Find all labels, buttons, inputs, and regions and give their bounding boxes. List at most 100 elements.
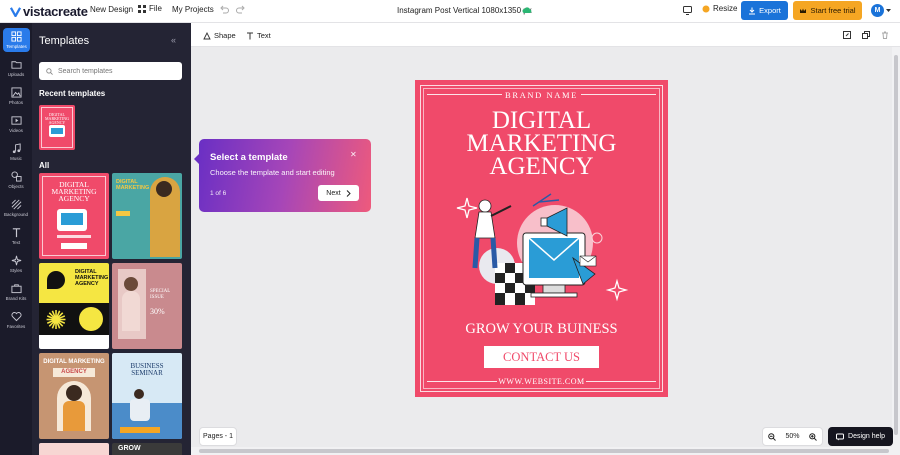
- tooltip-step: 1 of 6: [210, 190, 227, 197]
- rail-item-photos[interactable]: Photos: [0, 87, 32, 113]
- rail-item-videos[interactable]: Videos: [0, 115, 32, 141]
- poster-title-line-2[interactable]: MARKETING: [415, 131, 668, 156]
- thumb-offer: 30%: [150, 307, 165, 316]
- shape-tool[interactable]: Shape: [203, 31, 236, 40]
- rail-item-brand-kits[interactable]: Brand Kits: [0, 283, 32, 309]
- help-icon: [836, 433, 845, 440]
- zoom-level[interactable]: 50%: [785, 433, 799, 440]
- recent-template-thumb[interactable]: DIGITAL MARKETING AGENCY: [39, 105, 75, 150]
- briefcase-icon: [10, 284, 22, 294]
- poster-title-line-1[interactable]: DIGITAL: [415, 108, 668, 133]
- template-thumb[interactable]: DIGITAL MARKETING: [112, 173, 182, 259]
- grid-menu-icon: [138, 4, 146, 13]
- text-tool[interactable]: Text: [246, 31, 271, 40]
- thumb-title: DIGITAL MARKETING AGENCY: [45, 112, 69, 125]
- next-button-label: Next: [326, 189, 341, 197]
- avatar[interactable]: M: [871, 4, 884, 17]
- rail-item-templates[interactable]: Templates: [3, 28, 30, 52]
- start-trial-button[interactable]: Start free trial: [793, 1, 862, 20]
- thumb-title: DIGITAL MARKETING AGENCY: [75, 269, 109, 287]
- new-design-link[interactable]: New Design: [90, 5, 133, 14]
- search-input[interactable]: [58, 67, 168, 75]
- file-menu[interactable]: File: [138, 4, 162, 13]
- scrollbar-thumb[interactable]: [199, 449, 889, 453]
- template-thumb[interactable]: [39, 443, 109, 455]
- shape-icon: [203, 31, 211, 39]
- panel-title: Templates: [39, 35, 90, 47]
- search-box[interactable]: [39, 62, 182, 80]
- rail-item-favorites[interactable]: Favorites: [0, 311, 32, 337]
- duplicate-icon[interactable]: [862, 31, 870, 39]
- poster-website[interactable]: WWW.WEBSITE.COM: [415, 377, 668, 386]
- resize-label: Resize: [713, 4, 738, 13]
- design-poster[interactable]: BRAND NAME DIGITAL MARKETING AGENCY GROW…: [415, 80, 668, 397]
- poster-title-line-3[interactable]: AGENCY: [415, 154, 668, 179]
- logo-text: vistacreate: [23, 3, 88, 19]
- rail-item-label: Music: [10, 156, 22, 161]
- thumb-title: DIGITAL MARKETING: [116, 179, 150, 191]
- template-thumb[interactable]: DIGITAL MARKETING AGENCY: [39, 353, 109, 439]
- my-projects-link[interactable]: My Projects: [172, 5, 214, 14]
- close-icon[interactable]: ✕: [350, 150, 357, 159]
- heart-icon: [10, 312, 22, 322]
- export-label: Export: [759, 6, 781, 15]
- canvas-toolbar: Shape Text: [191, 23, 900, 47]
- templates-panel: Templates « Recent templates DIGITAL MAR…: [32, 23, 191, 455]
- template-thumb[interactable]: GROW: [112, 443, 182, 455]
- left-rail: Templates Uploads Photos Videos Music Ob…: [0, 23, 32, 455]
- redo-icon[interactable]: [236, 5, 246, 15]
- collapse-panel-icon[interactable]: «: [171, 35, 176, 45]
- template-thumb[interactable]: DIGITAL MARKETING AGENCY ✺: [39, 263, 109, 349]
- design-help-button[interactable]: Design help: [828, 427, 893, 446]
- template-thumb[interactable]: SPECIAL ISSUE 30%: [112, 263, 182, 349]
- folder-icon: [10, 61, 22, 69]
- template-thumb[interactable]: BUSINESS SEMINAR: [112, 353, 182, 439]
- vertical-scrollbar[interactable]: [892, 47, 900, 447]
- file-menu-label: File: [149, 4, 162, 13]
- template-thumb[interactable]: DIGITAL MARKETING AGENCY: [39, 173, 109, 259]
- export-button[interactable]: Export: [741, 1, 788, 20]
- rail-item-background[interactable]: Background: [0, 199, 32, 225]
- horizontal-scrollbar[interactable]: [191, 447, 900, 455]
- zoom-in-icon[interactable]: [809, 432, 817, 441]
- thumb-title: DIGITAL MARKETING: [43, 359, 105, 365]
- thumb-sub: AGENCY: [53, 368, 95, 377]
- shape-tool-label: Shape: [214, 31, 236, 40]
- monitor-icon[interactable]: [683, 6, 692, 15]
- next-button[interactable]: Next: [318, 185, 359, 201]
- trash-icon[interactable]: [881, 31, 889, 39]
- rail-item-text[interactable]: Text: [0, 227, 32, 253]
- crown-icon: [800, 8, 807, 13]
- rail-item-objects[interactable]: Objects: [0, 171, 32, 197]
- recent-templates-heading: Recent templates: [39, 89, 106, 98]
- logo[interactable]: vistacreate: [10, 3, 88, 19]
- poster-contact-button[interactable]: CONTACT US: [484, 346, 599, 368]
- text-tool-label: Text: [257, 31, 271, 40]
- rail-item-label: Photos: [8, 100, 23, 105]
- thumb-title: SPECIAL ISSUE: [150, 289, 171, 300]
- marketing-illustration[interactable]: [455, 188, 635, 318]
- thumb-title: DIGITAL MARKETING AGENCY: [51, 180, 97, 203]
- rail-item-label: Brand Kits: [5, 296, 27, 301]
- thumb-title: GROW: [118, 445, 141, 452]
- zoom-out-icon[interactable]: [768, 432, 776, 441]
- resize-button[interactable]: Resize: [702, 4, 737, 13]
- rail-item-styles[interactable]: Styles: [0, 255, 32, 281]
- scrollbar-thumb[interactable]: [894, 55, 898, 435]
- rail-item-music[interactable]: Music: [0, 143, 32, 169]
- pages-button[interactable]: Pages - 1: [199, 427, 237, 446]
- image-icon: [10, 87, 22, 98]
- layers-icon[interactable]: [843, 31, 851, 39]
- rail-item-label: Background: [3, 212, 29, 217]
- rail-item-uploads[interactable]: Uploads: [0, 59, 32, 85]
- document-title[interactable]: Instagram Post Vertical 1080x1350 px: [397, 6, 532, 15]
- rail-item-label: Styles: [9, 268, 23, 273]
- chevron-down-icon[interactable]: [886, 9, 891, 13]
- tooltip-description: Choose the template and start editing: [210, 168, 335, 177]
- poster-tagline[interactable]: GROW YOUR BUINESS: [415, 321, 668, 338]
- undo-icon[interactable]: [219, 5, 229, 15]
- rail-item-label: Objects: [8, 184, 24, 189]
- design-help-label: Design help: [848, 433, 885, 440]
- all-templates-heading: All: [39, 161, 50, 170]
- poster-brand-name[interactable]: BRAND NAME: [415, 90, 668, 100]
